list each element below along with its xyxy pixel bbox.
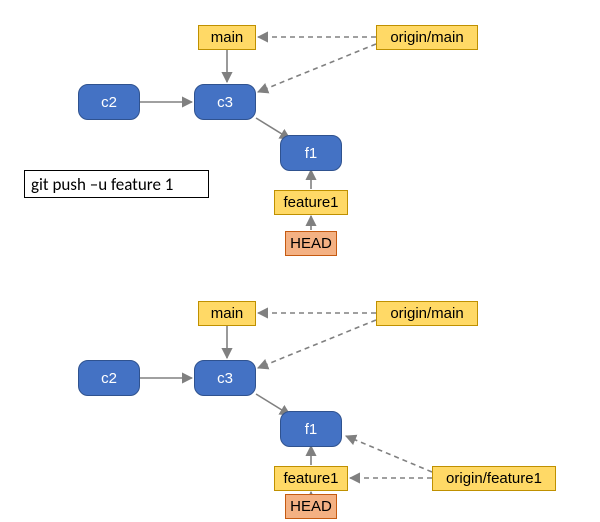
head-bottom: HEAD — [285, 494, 337, 519]
branch-origin-feature1-bottom: origin/feature1 — [432, 466, 556, 491]
branch-main-top: main — [198, 25, 256, 50]
branch-feature1-bottom: feature1 — [274, 466, 348, 491]
head-top: HEAD — [285, 231, 337, 256]
commit-c2-bottom: c2 — [78, 360, 140, 396]
commit-c3-bottom: c3 — [194, 360, 256, 396]
branch-feature1-top: feature1 — [274, 190, 348, 215]
commit-f1-bottom: f1 — [280, 411, 342, 447]
commit-c2-top: c2 — [78, 84, 140, 120]
command-label: git push –u feature 1 — [24, 170, 209, 198]
commit-c3-top: c3 — [194, 84, 256, 120]
branch-origin-main-top: origin/main — [376, 25, 478, 50]
branch-origin-main-bottom: origin/main — [376, 301, 478, 326]
commit-f1-top: f1 — [280, 135, 342, 171]
branch-main-bottom: main — [198, 301, 256, 326]
